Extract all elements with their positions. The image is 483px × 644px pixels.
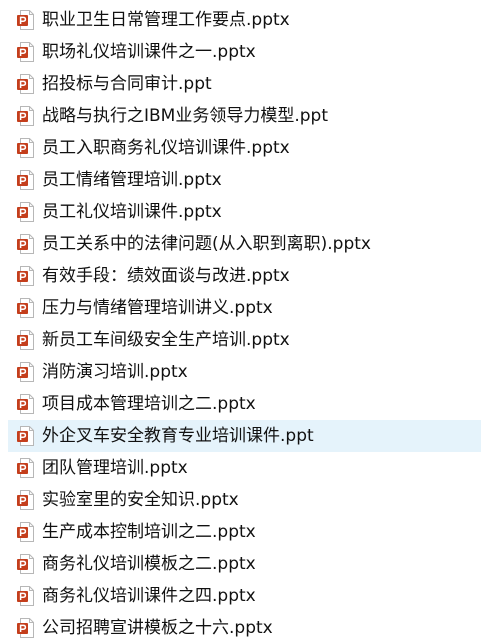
powerpoint-file-icon (17, 618, 34, 638)
file-item[interactable]: 生产成本控制培训之二.pptx (0, 516, 483, 548)
file-item[interactable]: 有效手段：绩效面谈与改进.pptx (0, 260, 483, 292)
file-name: 商务礼仪培训模板之二.pptx (42, 554, 256, 574)
file-item[interactable]: 招投标与合同审计.ppt (0, 68, 483, 100)
powerpoint-file-icon (17, 202, 34, 222)
powerpoint-file-icon (17, 42, 34, 62)
file-item[interactable]: 团队管理培训.pptx (0, 452, 483, 484)
powerpoint-file-icon (17, 458, 34, 478)
file-name: 职场礼仪培训课件之一.pptx (42, 42, 256, 62)
file-item[interactable]: 员工情绪管理培训.pptx (0, 164, 483, 196)
file-item[interactable]: 消防演习培训.pptx (0, 356, 483, 388)
file-name: 商务礼仪培训课件之四.pptx (42, 586, 256, 606)
file-item[interactable]: 公司招聘宣讲模板之十六.pptx (0, 612, 483, 644)
powerpoint-file-icon (17, 266, 34, 286)
file-item[interactable]: 商务礼仪培训课件之四.pptx (0, 580, 483, 612)
powerpoint-file-icon (17, 170, 34, 190)
file-name: 职业卫生日常管理工作要点.pptx (42, 10, 290, 30)
file-item[interactable]: 员工礼仪培训课件.pptx (0, 196, 483, 228)
file-item[interactable]: 战略与执行之IBM业务领导力模型.ppt (0, 100, 483, 132)
powerpoint-file-icon (17, 298, 34, 318)
file-name: 生产成本控制培训之二.pptx (42, 522, 256, 542)
file-name: 员工关系中的法律问题(从入职到离职).pptx (42, 234, 371, 254)
file-item[interactable]: 项目成本管理培训之二.pptx (0, 388, 483, 420)
file-name: 压力与情绪管理培训讲义.pptx (42, 298, 273, 318)
file-name: 项目成本管理培训之二.pptx (42, 394, 256, 414)
file-item[interactable]: 职业卫生日常管理工作要点.pptx (0, 4, 483, 36)
file-name: 实验室里的安全知识.pptx (42, 490, 239, 510)
file-name: 员工情绪管理培训.pptx (42, 170, 222, 190)
powerpoint-file-icon (17, 362, 34, 382)
file-item[interactable]: 员工入职商务礼仪培训课件.pptx (0, 132, 483, 164)
powerpoint-file-icon (17, 394, 34, 414)
file-item[interactable]: 实验室里的安全知识.pptx (0, 484, 483, 516)
file-name: 员工礼仪培训课件.pptx (42, 202, 222, 222)
powerpoint-file-icon (17, 10, 34, 30)
powerpoint-file-icon (17, 586, 34, 606)
powerpoint-file-icon (17, 554, 34, 574)
file-name: 招投标与合同审计.ppt (42, 74, 212, 94)
powerpoint-file-icon (17, 138, 34, 158)
file-item[interactable]: 新员工车间级安全生产培训.pptx (0, 324, 483, 356)
powerpoint-file-icon (17, 106, 34, 126)
file-name: 公司招聘宣讲模板之十六.pptx (42, 618, 273, 638)
powerpoint-file-icon (17, 490, 34, 510)
file-name: 员工入职商务礼仪培训课件.pptx (42, 138, 290, 158)
powerpoint-file-icon (17, 426, 34, 446)
powerpoint-file-icon (17, 74, 34, 94)
file-name: 团队管理培训.pptx (42, 458, 188, 478)
file-name: 战略与执行之IBM业务领导力模型.ppt (42, 106, 328, 126)
file-list: 职业卫生日常管理工作要点.pptx 职场礼仪培训课件之一.pptx 招投标与合同审计… (0, 0, 483, 639)
powerpoint-file-icon (17, 522, 34, 542)
file-name: 有效手段：绩效面谈与改进.pptx (42, 266, 290, 286)
file-name: 新员工车间级安全生产培训.pptx (42, 330, 290, 350)
file-name: 消防演习培训.pptx (42, 362, 188, 382)
file-item[interactable]: 外企叉车安全教育专业培训课件.ppt (8, 420, 481, 452)
file-name: 外企叉车安全教育专业培训课件.ppt (42, 426, 314, 446)
powerpoint-file-icon (17, 234, 34, 254)
file-item[interactable]: 员工关系中的法律问题(从入职到离职).pptx (0, 228, 483, 260)
powerpoint-file-icon (17, 330, 34, 350)
file-item[interactable]: 商务礼仪培训模板之二.pptx (0, 548, 483, 580)
file-item[interactable]: 压力与情绪管理培训讲义.pptx (0, 292, 483, 324)
file-item[interactable]: 职场礼仪培训课件之一.pptx (0, 36, 483, 68)
